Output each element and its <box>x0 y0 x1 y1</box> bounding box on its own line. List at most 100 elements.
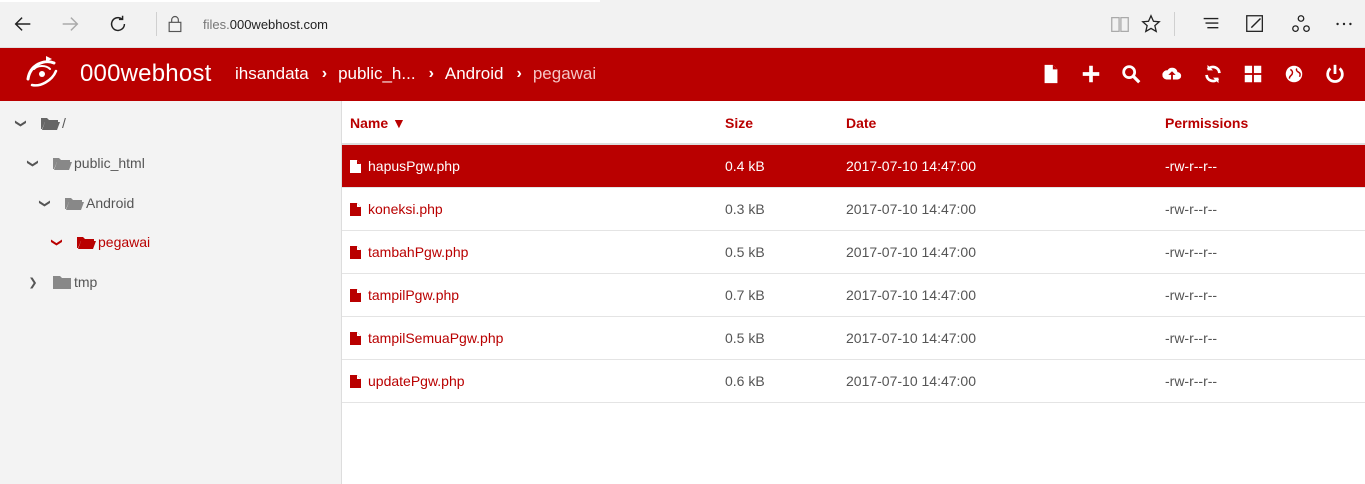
tree-node-public-html[interactable]: ❯ public_html <box>26 153 145 173</box>
file-name-cell[interactable]: tambahPgw.php <box>350 244 468 260</box>
grid-view-button[interactable] <box>1242 63 1264 85</box>
new-file-button[interactable] <box>1040 63 1062 85</box>
power-icon <box>1326 64 1344 83</box>
tree-node-label: pegawai <box>98 234 151 250</box>
lock-icon <box>168 16 182 33</box>
column-header-permissions[interactable]: Permissions <box>1165 115 1248 131</box>
table-row[interactable]: updatePgw.php 0.6 kB 2017-07-10 14:47:00… <box>342 360 1365 403</box>
divider <box>1174 12 1175 36</box>
chevron-down-icon[interactable]: ❯ <box>15 116 28 130</box>
refresh-list-button[interactable] <box>1202 63 1224 85</box>
forward-button[interactable] <box>55 9 85 39</box>
favorite-button[interactable] <box>1136 9 1166 39</box>
web-note-button[interactable] <box>1240 9 1270 39</box>
file-table: Name ▼ Size Date Permissions hapusPgw.ph… <box>342 101 1365 484</box>
upload-icon <box>1162 67 1182 80</box>
tree-node-label: tmp <box>74 274 98 290</box>
hub-icon <box>1203 17 1219 29</box>
logout-button[interactable] <box>1324 63 1346 85</box>
ellipsis-icon <box>1336 22 1352 26</box>
file-icon <box>350 331 361 345</box>
table-row[interactable]: tambahPgw.php 0.5 kB 2017-07-10 14:47:00… <box>342 231 1365 274</box>
file-name: updatePgw.php <box>368 373 465 389</box>
folder-open-icon <box>77 237 96 249</box>
breadcrumb-item[interactable]: Android <box>445 64 504 84</box>
file-permissions: -rw-r--r-- <box>1165 373 1218 389</box>
breadcrumb-current: pegawai <box>532 64 597 83</box>
file-size: 0.4 kB <box>725 158 765 174</box>
hub-button[interactable] <box>1196 9 1226 39</box>
column-header-name[interactable]: Name ▼ <box>350 115 406 131</box>
chevron-right-icon: › <box>516 65 522 82</box>
share-icon <box>1292 15 1310 32</box>
file-name-cell[interactable]: hapusPgw.php <box>350 158 460 174</box>
file-name-cell[interactable]: tampilPgw.php <box>350 287 459 303</box>
table-row[interactable]: koneksi.php 0.3 kB 2017-07-10 14:47:00 -… <box>342 188 1365 231</box>
file-name-cell[interactable]: koneksi.php <box>350 201 443 217</box>
file-name-cell[interactable]: tampilSemuaPgw.php <box>350 330 503 346</box>
back-arrow-icon <box>14 17 31 31</box>
table-row[interactable]: tampilSemuaPgw.php 0.5 kB 2017-07-10 14:… <box>342 317 1365 360</box>
file-size: 0.6 kB <box>725 373 765 389</box>
chevron-down-icon[interactable]: ❯ <box>51 235 64 249</box>
upload-button[interactable] <box>1161 63 1183 85</box>
search-button[interactable] <box>1120 63 1142 85</box>
logo-icon[interactable] <box>20 53 64 95</box>
tree-node-tmp[interactable]: ❯ tmp <box>26 272 97 292</box>
table-row[interactable]: tampilPgw.php 0.7 kB 2017-07-10 14:47:00… <box>342 274 1365 317</box>
share-button[interactable] <box>1286 9 1316 39</box>
add-button[interactable] <box>1080 63 1102 85</box>
file-date: 2017-07-10 14:47:00 <box>846 244 976 260</box>
file-icon <box>350 159 361 173</box>
column-header-size[interactable]: Size <box>725 115 753 131</box>
app-header: 000webhost ihsandata › public_h... › And… <box>0 48 1365 101</box>
breadcrumb-item[interactable]: public_h... <box>338 64 416 84</box>
book-icon <box>1111 16 1129 32</box>
chevron-down-icon[interactable]: ❯ <box>39 196 52 210</box>
address-bar[interactable]: files.000webhost.com <box>165 9 1065 39</box>
more-button[interactable] <box>1329 9 1359 39</box>
file-name: tampilPgw.php <box>368 287 460 303</box>
forward-arrow-icon <box>62 17 79 31</box>
folder-open-icon <box>53 158 72 170</box>
refresh-button[interactable] <box>103 9 133 39</box>
chevron-right-icon[interactable]: ❯ <box>26 276 40 289</box>
url-text: files.000webhost.com <box>203 16 329 32</box>
tree-node-label: / <box>62 115 66 131</box>
breadcrumb: ihsandata › public_h... › Android › pega… <box>235 64 596 84</box>
globe-icon <box>1285 65 1303 83</box>
tree-node-android[interactable]: ❯ Android <box>38 193 135 213</box>
star-icon <box>1141 14 1161 33</box>
back-button[interactable] <box>8 9 38 39</box>
tree-node-root[interactable]: ❯ / <box>14 113 66 133</box>
file-icon <box>350 374 361 388</box>
file-name: hapusPgw.php <box>368 158 460 174</box>
file-permissions: -rw-r--r-- <box>1165 287 1218 303</box>
file-size: 0.5 kB <box>725 244 765 260</box>
brand-name[interactable]: 000webhost <box>80 60 211 88</box>
file-permissions: -rw-r--r-- <box>1165 330 1218 346</box>
file-date: 2017-07-10 14:47:00 <box>846 158 976 174</box>
file-name-cell[interactable]: updatePgw.php <box>350 373 465 389</box>
chevron-down-icon[interactable]: ❯ <box>27 156 40 170</box>
file-permissions: -rw-r--r-- <box>1165 244 1218 260</box>
file-date: 2017-07-10 14:47:00 <box>846 330 976 346</box>
reading-view-button[interactable] <box>1105 9 1135 39</box>
table-row[interactable]: hapusPgw.php 0.4 kB 2017-07-10 14:47:00 … <box>342 145 1365 188</box>
breadcrumb-item[interactable]: ihsandata <box>235 64 309 84</box>
column-header-date[interactable]: Date <box>846 115 876 131</box>
file-date: 2017-07-10 14:47:00 <box>846 287 976 303</box>
refresh-icon <box>1205 64 1221 84</box>
tree-node-label: public_html <box>74 155 145 171</box>
file-date: 2017-07-10 14:47:00 <box>846 373 976 389</box>
tree-node-pegawai[interactable]: ❯ pegawai <box>50 232 151 252</box>
folder-open-icon <box>41 118 60 130</box>
table-header: Name ▼ Size Date Permissions <box>342 101 1365 145</box>
file-name: tampilSemuaPgw.php <box>368 330 504 346</box>
globe-button[interactable] <box>1283 63 1305 85</box>
folder-tree: ❯ / ❯ public_html ❯ Android ❯ pegawai ❯ … <box>0 101 342 484</box>
divider <box>156 12 157 36</box>
browser-toolbar: files.000webhost.com <box>0 0 1365 48</box>
search-icon <box>1122 65 1141 84</box>
file-size: 0.5 kB <box>725 330 765 346</box>
